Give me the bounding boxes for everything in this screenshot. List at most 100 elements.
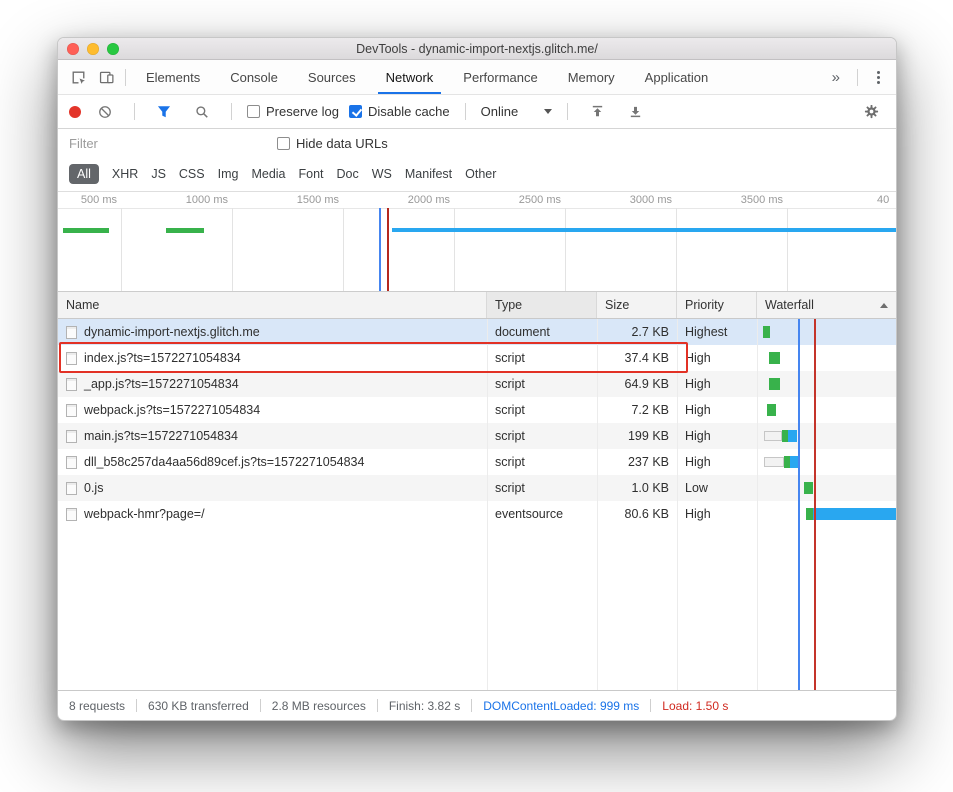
table-row[interactable]: webpack.js?ts=1572271054834 script 7.2 K… <box>58 397 896 423</box>
status-divider <box>136 699 137 712</box>
column-header-priority[interactable]: Priority <box>677 292 757 318</box>
timeline-label: 2500 ms <box>481 194 561 206</box>
tab-sources[interactable]: Sources <box>293 60 371 94</box>
network-toolbar: Preserve log Disable cache Online <box>58 95 896 129</box>
device-toolbar-icon[interactable] <box>92 64 120 91</box>
request-name: dll_b58c257da4aa56d89cef.js?ts=157227105… <box>84 455 364 469</box>
network-throttling-dropdown[interactable]: Online <box>481 104 553 119</box>
timeline-label: 3000 ms <box>592 194 672 206</box>
request-waterfall <box>757 397 896 423</box>
preserve-log-checkbox[interactable]: Preserve log <box>247 104 339 119</box>
tab-console[interactable]: Console <box>215 60 293 94</box>
record-network-log-button[interactable] <box>69 106 81 118</box>
table-row[interactable]: _app.js?ts=1572271054834 script 64.9 KB … <box>58 371 896 397</box>
minimize-window-button[interactable] <box>87 43 99 55</box>
desktop-background: DevTools - dynamic-import-nextjs.glitch.… <box>0 0 953 792</box>
tab-elements[interactable]: Elements <box>131 60 215 94</box>
overview-domcontentloaded-line <box>379 208 381 291</box>
type-filter-manifest[interactable]: Manifest <box>405 167 452 181</box>
filter-funnel-icon[interactable] <box>150 98 178 125</box>
status-divider <box>377 699 378 712</box>
column-header-name[interactable]: Name <box>58 292 487 318</box>
request-waterfall <box>757 501 896 527</box>
request-priority: High <box>677 455 757 469</box>
column-header-size[interactable]: Size <box>597 292 677 318</box>
type-filter-img[interactable]: Img <box>218 167 239 181</box>
import-har-icon[interactable] <box>583 98 611 125</box>
filter-input[interactable] <box>69 136 259 151</box>
settings-gear-icon[interactable] <box>857 98 885 125</box>
request-type: script <box>487 377 597 391</box>
tab-memory[interactable]: Memory <box>553 60 630 94</box>
domcontentloaded-time: DOMContentLoaded: 999 ms <box>483 699 639 713</box>
network-status-bar: 8 requests 630 KB transferred 2.8 MB res… <box>58 690 896 720</box>
resource-icon <box>66 326 77 339</box>
table-row[interactable]: main.js?ts=1572271054834 script 199 KB H… <box>58 423 896 449</box>
table-row[interactable]: dynamic-import-nextjs.glitch.me document… <box>58 319 896 345</box>
type-filter-font[interactable]: Font <box>299 167 324 181</box>
devtools-menu-icon[interactable] <box>867 71 890 84</box>
tab-network[interactable]: Network <box>371 60 449 94</box>
devtools-tabbar: Elements Console Sources Network Perform… <box>58 60 896 95</box>
tab-performance[interactable]: Performance <box>448 60 552 94</box>
more-tabs-icon[interactable]: » <box>824 69 848 86</box>
zoom-window-button[interactable] <box>107 43 119 55</box>
overview-bar-wait <box>63 228 109 233</box>
table-row[interactable]: index.js?ts=1572271054834 script 37.4 KB… <box>58 345 896 371</box>
waterfall-bar-wait <box>769 352 780 364</box>
waterfall-bar-queue <box>764 431 782 441</box>
waterfall-bar-wait <box>763 326 770 338</box>
inspect-element-icon[interactable] <box>64 64 92 91</box>
requests-count: 8 requests <box>69 699 125 713</box>
checkbox-label: Preserve log <box>266 104 339 119</box>
request-waterfall <box>757 449 896 475</box>
column-header-waterfall[interactable]: Waterfall <box>757 292 897 318</box>
export-har-icon[interactable] <box>621 98 649 125</box>
type-filter-all[interactable]: All <box>69 164 99 184</box>
request-waterfall <box>757 423 896 449</box>
type-filter-ws[interactable]: WS <box>372 167 392 181</box>
table-row[interactable]: 0.js script 1.0 KB Low <box>58 475 896 501</box>
close-window-button[interactable] <box>67 43 79 55</box>
request-priority: High <box>677 377 757 391</box>
clear-network-log-icon[interactable] <box>91 98 119 125</box>
timeline-gridline <box>121 208 122 291</box>
type-filter-js[interactable]: JS <box>151 167 166 181</box>
request-name: main.js?ts=1572271054834 <box>84 429 238 443</box>
table-row[interactable]: webpack-hmr?page=/ eventsource 80.6 KB H… <box>58 501 896 527</box>
waterfall-bar-wait <box>806 508 813 520</box>
waterfall-bar-download <box>788 430 797 442</box>
devtools-window: DevTools - dynamic-import-nextjs.glitch.… <box>57 37 897 721</box>
type-filter-xhr[interactable]: XHR <box>112 167 138 181</box>
transferred-size: 630 KB transferred <box>148 699 249 713</box>
request-name: 0.js <box>84 481 103 495</box>
network-overview-timeline[interactable]: 500 ms1000 ms1500 ms2000 ms2500 ms3000 m… <box>58 191 896 292</box>
disable-cache-checkbox[interactable]: Disable cache <box>349 104 450 119</box>
type-filter-other[interactable]: Other <box>465 167 496 181</box>
status-divider <box>471 699 472 712</box>
request-waterfall <box>757 475 896 501</box>
tab-application[interactable]: Application <box>630 60 724 94</box>
request-waterfall <box>757 319 896 345</box>
request-size: 2.7 KB <box>597 325 677 339</box>
checkbox-label: Hide data URLs <box>296 136 388 151</box>
table-row[interactable]: dll_b58c257da4aa56d89cef.js?ts=157227105… <box>58 449 896 475</box>
column-header-label: Waterfall <box>765 298 814 312</box>
resource-type-filters: All XHR JS CSS Img Media Font Doc WS Man… <box>58 157 896 191</box>
request-type: document <box>487 325 597 339</box>
request-size: 1.0 KB <box>597 481 677 495</box>
toolbar-divider <box>134 103 135 120</box>
request-name: webpack.js?ts=1572271054834 <box>84 403 260 417</box>
window-title: DevTools - dynamic-import-nextjs.glitch.… <box>58 42 896 56</box>
search-icon[interactable] <box>188 98 216 125</box>
tab-label: Elements <box>146 70 200 85</box>
hide-data-urls-checkbox[interactable]: Hide data URLs <box>277 136 388 151</box>
column-header-type[interactable]: Type <box>487 292 597 318</box>
waterfall-bar-wait <box>767 404 776 416</box>
type-filter-doc[interactable]: Doc <box>337 167 359 181</box>
resource-icon <box>66 404 77 417</box>
waterfall-bar-download <box>813 508 896 520</box>
type-filter-css[interactable]: CSS <box>179 167 205 181</box>
type-filter-media[interactable]: Media <box>251 167 285 181</box>
overview-load-line <box>387 208 389 291</box>
